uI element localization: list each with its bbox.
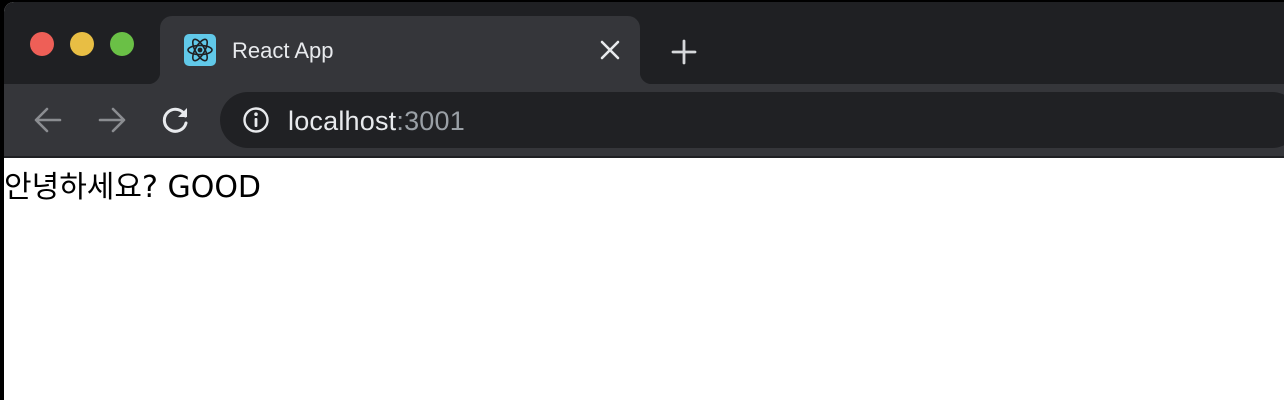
address-url: localhost:3001 — [288, 106, 465, 137]
plus-icon[interactable] — [670, 38, 698, 66]
window-minimize-button[interactable] — [70, 32, 94, 56]
address-port: :3001 — [396, 106, 465, 136]
window-close-button[interactable] — [30, 32, 54, 56]
reload-icon[interactable] — [158, 102, 194, 138]
address-host: localhost — [288, 106, 397, 136]
react-logo-icon — [184, 34, 216, 66]
page-text: 안녕하세요? GOOD — [4, 170, 262, 205]
info-circle-icon[interactable] — [242, 106, 270, 134]
arrow-right-icon[interactable] — [94, 102, 130, 138]
arrow-left-icon[interactable] — [30, 102, 66, 138]
tab-strip: React App — [4, 2, 1284, 84]
window-maximize-button[interactable] — [110, 32, 134, 56]
close-icon[interactable] — [598, 38, 622, 62]
browser-window: React App localhost:3001 안녕하세요? GOOD — [4, 2, 1284, 400]
tab-title: React App — [232, 38, 334, 63]
page-content: 안녕하세요? GOOD — [4, 158, 1284, 400]
tab-react-app[interactable]: React App — [148, 16, 652, 84]
browser-toolbar: localhost:3001 — [4, 84, 1284, 156]
address-bar[interactable]: localhost:3001 — [220, 92, 1284, 148]
